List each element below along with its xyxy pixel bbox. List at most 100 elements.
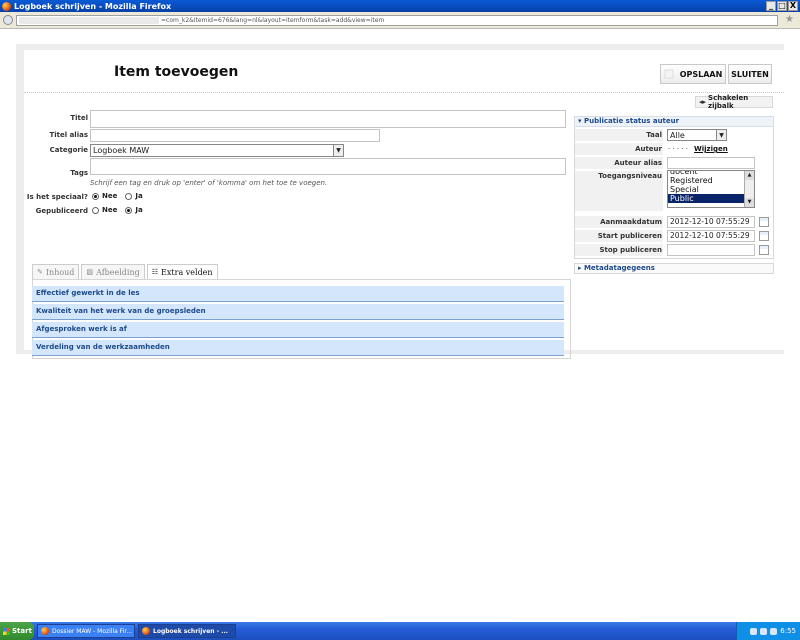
tags-label: Tags — [70, 169, 88, 177]
access-option[interactable]: Special — [668, 185, 754, 194]
tab-extra-fields[interactable]: ☷ Extra velden — [146, 264, 218, 279]
published-yes-label: Ja — [135, 206, 143, 214]
publish-down-label: Stop publiceren — [599, 246, 662, 254]
header-divider — [24, 92, 784, 93]
chevron-down-icon: ▼ — [716, 130, 726, 140]
close-window-button[interactable]: X — [788, 1, 798, 11]
system-tray: 6:55 — [736, 622, 800, 640]
change-author-link[interactable]: Wijzigen — [694, 145, 728, 153]
close-button[interactable]: SLUITEN — [728, 64, 772, 84]
masked-url-part — [19, 17, 159, 24]
special-no-label: Nee — [102, 192, 118, 200]
category-value: Logboek MAW — [93, 146, 150, 155]
created-date-input[interactable]: 2012-12-10 07:55:29 — [667, 216, 755, 228]
publication-header-label: Publicatie status auteur — [583, 117, 680, 125]
url-input[interactable]: =com_k2&Itemid=676&lang=nl&layout=itemfo… — [16, 15, 778, 26]
special-label: Is het speciaal? — [26, 193, 88, 201]
publish-up-label: Start publiceren — [597, 232, 662, 240]
tab-label: Extra velden — [161, 267, 213, 277]
author-label: Auteur — [635, 145, 662, 153]
published-no-label: Nee — [102, 206, 118, 214]
special-yes-radio[interactable] — [125, 192, 133, 200]
image-icon: ▨ — [86, 268, 94, 276]
publication-panel-header[interactable]: ▾ Publicatie status auteur — [574, 116, 774, 127]
tab-label: Afbeelding — [96, 267, 140, 277]
published-no-radio[interactable] — [92, 206, 99, 214]
access-option-selected[interactable]: Public — [668, 194, 754, 203]
scroll-up-icon[interactable]: ▲ — [745, 171, 754, 180]
task-label: Logboek schrijven - ... — [153, 627, 229, 635]
close-label: SLUITEN — [731, 69, 769, 79]
tray-icon[interactable] — [770, 627, 778, 635]
special-no-radio[interactable] — [92, 192, 99, 200]
tray-icon[interactable] — [750, 627, 758, 635]
windows-flag-icon — [3, 627, 10, 635]
published-yes-radio[interactable] — [125, 206, 133, 214]
metadata-panel-header[interactable]: ▸ Metadatagegeens — [574, 263, 774, 274]
firefox-icon — [2, 1, 11, 11]
alias-input[interactable] — [90, 129, 380, 142]
taskbar-item-dossier[interactable]: Dossier MAW - Mozilla Fir... — [37, 624, 135, 638]
language-label: Taal — [646, 131, 662, 139]
calendar-icon[interactable] — [759, 231, 769, 241]
scroll-down-icon[interactable]: ▼ — [745, 198, 754, 207]
created-label: Aanmaakdatum — [600, 218, 662, 226]
tab-image[interactable]: ▨ Afbeelding — [81, 264, 145, 279]
category-label: Categorie — [49, 146, 88, 154]
toggle-arrows-icon: ◂▸ — [699, 98, 707, 106]
taskbar-item-logboek[interactable]: Logboek schrijven - ... — [138, 624, 236, 638]
item-tabs: ✎ Inhoud ▨ Afbeelding ☷ Extra velden — [32, 264, 220, 279]
window-controls: _ □ X — [766, 1, 798, 11]
listbox-scrollbar[interactable]: ▲ ▼ — [744, 171, 754, 207]
task-label: Dossier MAW - Mozilla Fir... — [52, 627, 133, 635]
minimize-button[interactable]: _ — [766, 1, 776, 11]
access-level-listbox[interactable]: docent Registered Special Public ▲ ▼ — [667, 170, 755, 208]
language-select[interactable]: Alle ▼ — [667, 129, 727, 141]
extra-field-item[interactable]: Afgesproken werk is af — [32, 322, 564, 338]
toggle-sidebar-button[interactable]: ◂▸ Schakelen zijbalk — [695, 94, 773, 110]
category-select[interactable]: Logboek MAW ▼ — [90, 144, 344, 157]
save-label: OPSLAAN — [679, 69, 723, 79]
start-button[interactable]: Start — [0, 622, 34, 640]
start-label: Start — [12, 627, 32, 635]
metadata-header-label: Metadatagegeens — [583, 264, 655, 272]
url-text: =com_k2&Itemid=676&lang=nl&layout=itemfo… — [161, 17, 385, 24]
access-option[interactable]: Registered — [668, 176, 754, 185]
extra-field-item[interactable]: Effectief gewerkt in de les — [32, 286, 564, 302]
published-label: Gepubliceerd — [35, 207, 88, 215]
item-form-panel: Item toevoegen OPSLAAN SLUITEN ◂▸ Schake… — [24, 50, 784, 359]
publish-up-input[interactable]: 2012-12-10 07:55:29 — [667, 230, 755, 242]
author-value: · · · · · Wijzigen — [668, 145, 728, 153]
firefox-icon — [41, 627, 49, 635]
tab-content[interactable]: ✎ Inhoud — [32, 264, 80, 279]
publish-down-input[interactable] — [667, 244, 755, 256]
site-identity-icon[interactable] — [3, 15, 13, 25]
tab-label: Inhoud — [45, 267, 75, 277]
taskbar: Start Dossier MAW - Mozilla Fir... Logbo… — [0, 622, 800, 640]
bookmark-star-icon[interactable]: ★ — [785, 14, 794, 26]
author-alias-label: Auteur alias — [614, 159, 662, 167]
save-icon — [664, 69, 674, 79]
pencil-icon: ✎ — [37, 268, 43, 276]
special-yes-label: Ja — [135, 192, 143, 200]
maximize-button[interactable]: □ — [777, 1, 787, 11]
author-name: · · · · · — [668, 145, 689, 153]
tags-input[interactable] — [90, 158, 566, 175]
clock: 6:55 — [780, 627, 796, 635]
toggle-sidebar-label: Schakelen zijbalk — [708, 94, 749, 110]
tray-icon[interactable] — [760, 627, 768, 635]
extra-field-item[interactable]: Kwaliteit van het werk van de groepslede… — [32, 304, 564, 320]
address-bar: =com_k2&Itemid=676&lang=nl&layout=itemfo… — [0, 12, 800, 29]
language-value: Alle — [670, 131, 685, 140]
access-level-label: Toegangsniveau — [598, 172, 662, 180]
title-input[interactable] — [90, 110, 566, 128]
page-title: Item toevoegen — [114, 64, 239, 80]
author-alias-input[interactable] — [667, 157, 755, 169]
chevron-down-icon: ▼ — [333, 145, 343, 156]
special-radio-group: Nee Ja — [92, 192, 151, 200]
save-button[interactable]: OPSLAAN — [660, 64, 726, 84]
calendar-icon[interactable] — [759, 245, 769, 255]
calendar-icon[interactable] — [759, 217, 769, 227]
title-label: Titel — [70, 114, 88, 122]
extra-field-item[interactable]: Verdeling van de werkzaamheden — [32, 340, 564, 356]
